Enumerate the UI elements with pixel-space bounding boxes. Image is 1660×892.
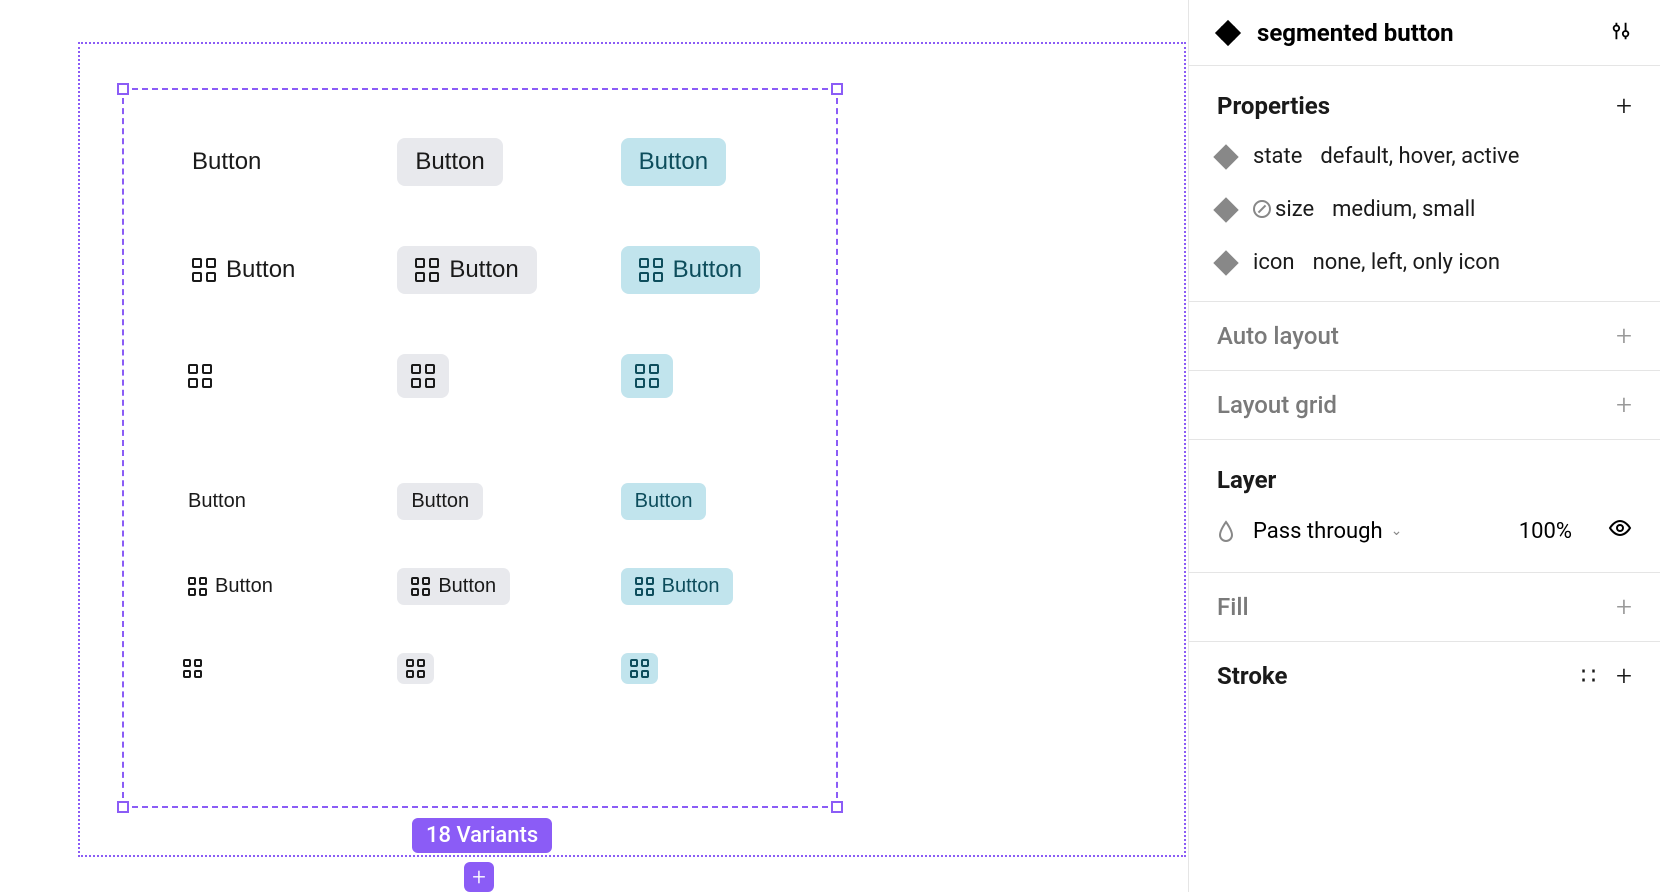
properties-list: state default, hover, active size medium…	[1217, 144, 1632, 275]
stroke-style-button[interactable]: ∷	[1581, 662, 1594, 690]
panel-header: segmented button	[1189, 0, 1660, 66]
button-label: Button	[639, 148, 708, 176]
variant-hover-left-small[interactable]: Button	[397, 568, 510, 605]
variant-active-none-medium[interactable]: Button	[621, 138, 726, 186]
layer-title: Layer	[1217, 466, 1276, 494]
add-stroke-button[interactable]: +	[1616, 662, 1632, 690]
property-name: icon	[1253, 250, 1295, 275]
auto-layout-section[interactable]: Auto layout +	[1189, 302, 1660, 371]
property-row-icon[interactable]: icon none, left, only icon	[1217, 250, 1632, 275]
variant-hover-icononly-medium[interactable]	[397, 354, 449, 398]
grid-icon	[192, 258, 216, 282]
button-label: Button	[215, 575, 273, 598]
layer-section: Layer Pass through ⌄ 100%	[1189, 440, 1660, 573]
button-label: Button	[188, 490, 246, 513]
button-label: Button	[438, 575, 496, 598]
add-layout-grid-button[interactable]: +	[1616, 391, 1632, 419]
grid-icon	[406, 659, 425, 678]
blend-mode-value: Pass through	[1253, 519, 1383, 544]
resize-handle-top-right[interactable]	[831, 83, 843, 95]
button-label: Button	[192, 148, 261, 176]
grid-icon	[639, 258, 663, 282]
property-values: default, hover, active	[1320, 144, 1519, 169]
variant-property-icon	[1213, 144, 1238, 169]
variant-default-none-medium[interactable]: Button	[174, 138, 279, 186]
variant-property-icon	[1213, 250, 1238, 275]
variant-default-none-small[interactable]: Button	[174, 483, 260, 520]
unused-property-icon	[1253, 200, 1271, 218]
auto-layout-title: Auto layout	[1217, 322, 1339, 350]
variant-active-icononly-medium[interactable]	[621, 354, 673, 398]
properties-section: Properties + state default, hover, activ…	[1189, 66, 1660, 302]
grid-icon	[411, 364, 435, 388]
button-label: Button	[449, 256, 518, 284]
property-name: state	[1253, 144, 1302, 169]
stroke-title: Stroke	[1217, 662, 1287, 690]
blend-mode-icon	[1217, 520, 1235, 542]
variant-property-icon	[1213, 197, 1238, 222]
button-label: Button	[415, 148, 484, 176]
add-fill-button[interactable]: +	[1616, 593, 1632, 621]
grid-icon	[188, 577, 207, 596]
layout-grid-section[interactable]: Layout grid +	[1189, 371, 1660, 440]
variant-default-icononly-medium[interactable]	[174, 354, 226, 398]
button-label: Button	[226, 256, 295, 284]
grid-icon	[630, 659, 649, 678]
plus-icon: +	[472, 863, 486, 891]
grid-icon	[415, 258, 439, 282]
variants-grid: Button Button Button Button Button Butto…	[174, 138, 794, 744]
variant-active-left-medium[interactable]: Button	[621, 246, 760, 294]
button-label: Button	[673, 256, 742, 284]
canvas-area[interactable]: Button Button Button Button Button Butto…	[0, 0, 1188, 892]
grid-icon	[411, 577, 430, 596]
opacity-value[interactable]: 100%	[1519, 519, 1572, 544]
layout-grid-title: Layout grid	[1217, 391, 1337, 419]
fill-section[interactable]: Fill +	[1189, 573, 1660, 642]
resize-handle-bottom-left[interactable]	[117, 801, 129, 813]
component-icon	[1217, 22, 1239, 44]
variant-active-none-small[interactable]: Button	[621, 483, 707, 520]
add-property-button[interactable]: +	[1616, 92, 1632, 120]
add-auto-layout-button[interactable]: +	[1616, 322, 1632, 350]
grid-icon	[635, 577, 654, 596]
fill-title: Fill	[1217, 593, 1249, 621]
variants-count-badge: 18 Variants	[412, 818, 552, 853]
property-name: size	[1253, 197, 1314, 222]
design-panel: segmented button Properties + state defa…	[1188, 0, 1660, 892]
variant-hover-none-medium[interactable]: Button	[397, 138, 502, 186]
properties-title: Properties	[1217, 92, 1330, 120]
variant-hover-left-medium[interactable]: Button	[397, 246, 536, 294]
property-values: none, left, only icon	[1313, 250, 1500, 275]
variant-default-left-medium[interactable]: Button	[174, 246, 313, 294]
resize-handle-top-left[interactable]	[117, 83, 129, 95]
component-name[interactable]: segmented button	[1257, 19, 1592, 47]
grid-icon	[183, 659, 202, 678]
variant-default-left-small[interactable]: Button	[174, 568, 287, 605]
button-label: Button	[411, 490, 469, 513]
blend-mode-select[interactable]: Pass through ⌄	[1253, 519, 1501, 544]
visibility-toggle[interactable]	[1608, 516, 1632, 546]
variant-hover-none-small[interactable]: Button	[397, 483, 483, 520]
property-row-size[interactable]: size medium, small	[1217, 197, 1632, 222]
variant-default-icononly-small[interactable]	[174, 653, 211, 684]
adjust-icon[interactable]	[1610, 20, 1632, 46]
property-values: medium, small	[1332, 197, 1475, 222]
add-variant-button[interactable]: +	[464, 862, 494, 892]
property-row-state[interactable]: state default, hover, active	[1217, 144, 1632, 169]
variant-active-icononly-small[interactable]	[621, 653, 658, 684]
resize-handle-bottom-right[interactable]	[831, 801, 843, 813]
grid-icon	[188, 364, 212, 388]
variant-active-left-small[interactable]: Button	[621, 568, 734, 605]
button-label: Button	[635, 490, 693, 513]
grid-icon	[635, 364, 659, 388]
chevron-down-icon: ⌄	[1391, 523, 1403, 539]
button-label: Button	[662, 575, 720, 598]
variant-hover-icononly-small[interactable]	[397, 653, 434, 684]
stroke-section[interactable]: Stroke ∷ +	[1189, 642, 1660, 710]
